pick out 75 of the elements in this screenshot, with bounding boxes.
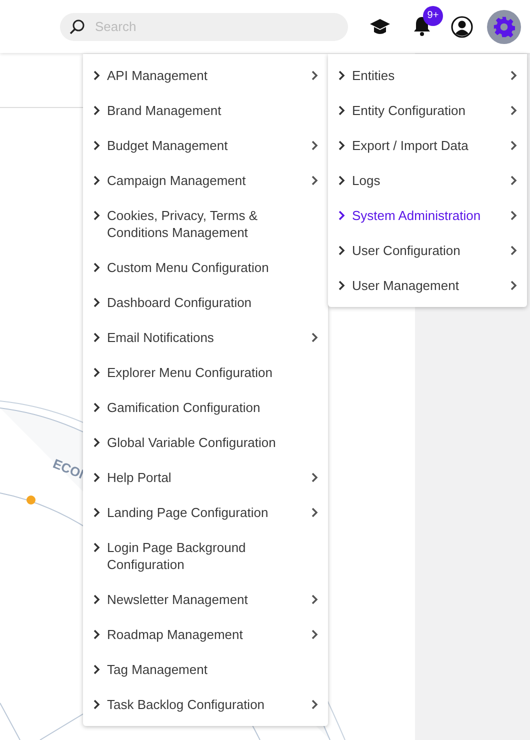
menu-item[interactable]: Newsletter Management: [83, 582, 328, 617]
chevron-right-icon: [93, 472, 100, 483]
menu-item[interactable]: Entities: [328, 58, 527, 93]
chevron-right-icon: [93, 699, 100, 710]
chevron-right-icon: [510, 105, 517, 116]
profile-button[interactable]: [450, 14, 474, 38]
menu-item[interactable]: Help Portal: [83, 460, 328, 495]
menu-item[interactable]: API Management: [83, 58, 328, 93]
chevron-right-icon: [338, 140, 345, 151]
chevron-right-icon: [93, 664, 100, 675]
menu-item[interactable]: Email Notifications: [83, 320, 328, 355]
diagram-label: ECOI: [50, 456, 86, 482]
menu-item[interactable]: System Administration: [328, 198, 527, 233]
menu-item[interactable]: User Configuration: [328, 233, 527, 268]
chevron-right-icon: [93, 140, 100, 151]
chevron-right-icon: [93, 297, 100, 308]
chevron-right-icon: [510, 210, 517, 221]
chevron-right-icon: [510, 175, 517, 186]
chevron-right-icon: [93, 437, 100, 448]
chevron-right-icon: [510, 280, 517, 291]
notifications-button[interactable]: 9+: [411, 6, 443, 40]
menu-item[interactable]: Landing Page Configuration: [83, 495, 328, 530]
chevron-right-icon: [338, 210, 345, 221]
chevron-right-icon: [311, 594, 318, 605]
chevron-right-icon: [311, 629, 318, 640]
menu-item[interactable]: Campaign Management: [83, 163, 328, 198]
menu-item[interactable]: Global Variable Configuration: [83, 425, 328, 460]
menu-item[interactable]: Brand Management: [83, 93, 328, 128]
settings-button[interactable]: [487, 10, 521, 44]
menu-item[interactable]: Tag Management: [83, 652, 328, 687]
chevron-right-icon: [311, 332, 318, 343]
chevron-right-icon: [93, 542, 100, 553]
menu-item[interactable]: Budget Management: [83, 128, 328, 163]
chevron-right-icon: [311, 699, 318, 710]
chevron-right-icon: [338, 245, 345, 256]
menu-item[interactable]: Cookies, Privacy, Terms & Conditions Management: [83, 198, 328, 250]
menu-item[interactable]: Entity Configuration: [328, 93, 527, 128]
chevron-right-icon: [93, 629, 100, 640]
chevron-right-icon: [311, 507, 318, 518]
chevron-right-icon: [311, 140, 318, 151]
chevron-right-icon: [93, 332, 100, 343]
chevron-right-icon: [510, 140, 517, 151]
chevron-right-icon: [93, 402, 100, 413]
chevron-right-icon: [93, 105, 100, 116]
chevron-right-icon: [338, 280, 345, 291]
menu-item[interactable]: Logs: [328, 163, 527, 198]
menu-item[interactable]: Login Page Background Configuration: [83, 530, 328, 582]
chevron-right-icon: [311, 175, 318, 186]
graduation-cap-icon: [369, 18, 391, 36]
menu-item[interactable]: Task Backlog Configuration: [83, 687, 328, 722]
chevron-right-icon: [93, 175, 100, 186]
chevron-right-icon: [93, 70, 100, 81]
chevron-right-icon: [93, 262, 100, 273]
menu-item[interactable]: Gamification Configuration: [83, 390, 328, 425]
menu-item[interactable]: Explorer Menu Configuration: [83, 355, 328, 390]
chevron-right-icon: [510, 245, 517, 256]
user-avatar-icon: [451, 16, 473, 38]
menu-item[interactable]: User Management: [328, 268, 527, 303]
chevron-right-icon: [338, 105, 345, 116]
chevron-right-icon: [338, 175, 345, 186]
chevron-right-icon: [510, 70, 517, 81]
chevron-right-icon: [311, 472, 318, 483]
menu-item[interactable]: Custom Menu Configuration: [83, 250, 328, 285]
chevron-right-icon: [338, 70, 345, 81]
chevron-right-icon: [93, 367, 100, 378]
menu-item[interactable]: Export / Import Data: [328, 128, 527, 163]
settings-icon: [493, 16, 515, 38]
chevron-right-icon: [93, 210, 100, 221]
chevron-right-icon: [311, 70, 318, 81]
chevron-right-icon: [93, 507, 100, 518]
menu-item[interactable]: Roadmap Management: [83, 617, 328, 652]
menu-item[interactable]: Dashboard Configuration: [83, 285, 328, 320]
chevron-right-icon: [93, 594, 100, 605]
notification-badge: 9+: [423, 6, 443, 26]
search-icon: [69, 18, 85, 34]
